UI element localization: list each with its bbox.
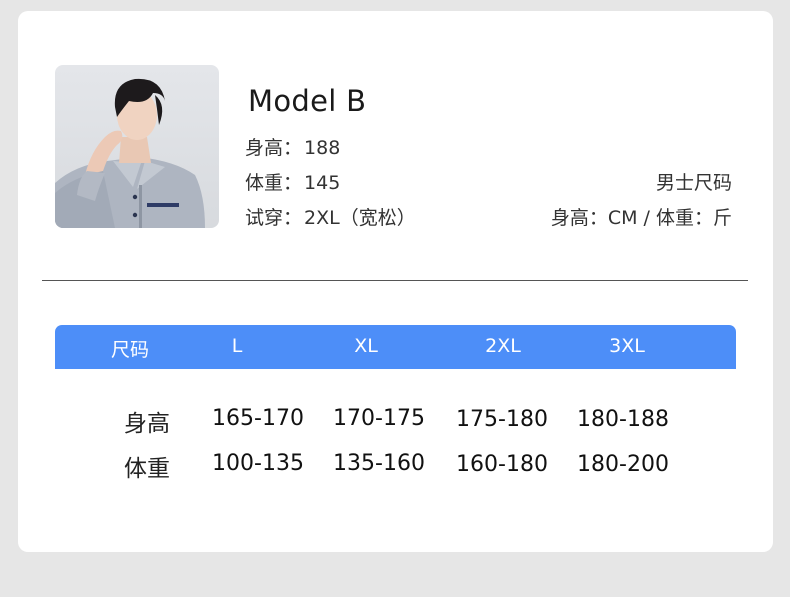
model-weight: 体重： 145 [245, 168, 340, 195]
size-chart-title: 男士尺码 [655, 172, 732, 194]
header-xl: XL [354, 335, 378, 357]
table-cell: 180-188 [577, 407, 669, 432]
header-size: 尺码 [110, 339, 150, 361]
model-height: 身高： 188 [245, 133, 340, 160]
section-divider [42, 280, 748, 281]
table-cell: 175-180 [456, 407, 548, 432]
model-name: Model B [248, 84, 367, 118]
header-3xl: 3XL [609, 335, 645, 357]
model-fit: 试穿： 2XL（宽松） [245, 203, 416, 230]
height-label: 身高： [245, 137, 303, 159]
fit-value: 2XL（宽松） [304, 207, 416, 229]
size-table-header: 尺码 L XL 2XL 3XL [55, 325, 736, 369]
table-cell: 100-135 [212, 451, 304, 476]
size-chart-units: 身高：CM / 体重：斤 [550, 207, 732, 229]
height-value: 188 [304, 137, 341, 159]
table-cell: 135-160 [333, 451, 425, 476]
fit-label: 试穿： [245, 207, 303, 229]
row-label-height: 身高 [124, 411, 170, 437]
table-cell: 170-175 [333, 406, 425, 431]
weight-value: 145 [304, 172, 341, 194]
model-photo [55, 65, 219, 228]
table-cell: 165-170 [212, 406, 304, 431]
table-cell: 160-180 [456, 452, 548, 477]
table-cell: 180-200 [577, 452, 669, 477]
weight-label: 体重： [245, 172, 303, 194]
header-l: L [231, 335, 243, 357]
row-label-weight: 体重 [124, 456, 170, 482]
header-2xl: 2XL [485, 335, 521, 357]
